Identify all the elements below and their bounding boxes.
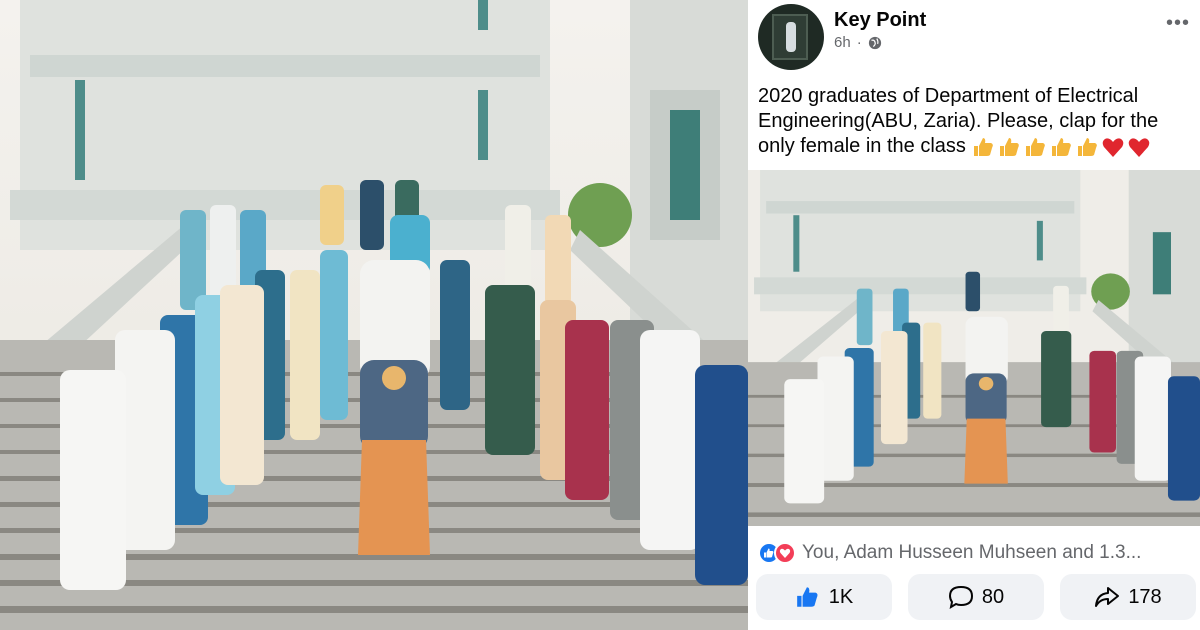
thumbs-up-emoji-icon (1026, 137, 1046, 156)
thumbs-up-icon (796, 587, 818, 607)
page-name[interactable]: Key Point (834, 9, 926, 32)
page-avatar[interactable] (758, 4, 824, 70)
post-photo[interactable] (748, 170, 1200, 526)
red-heart-emoji-icon (1129, 138, 1150, 157)
share-count: 178 (1128, 585, 1162, 608)
post-meta: 6h · (834, 34, 882, 51)
love-reaction-icon (774, 542, 796, 564)
thumbs-up-emoji-icon (1000, 137, 1020, 156)
meta-separator: · (856, 34, 862, 51)
thumbs-up-emoji-icon (974, 137, 994, 156)
facebook-post: Key Point 6h · ••• 2020 graduates of Dep… (748, 0, 1200, 630)
reaction-icons (758, 542, 796, 564)
post-time[interactable]: 6h (834, 34, 851, 51)
red-heart-emoji-icon (1103, 138, 1124, 157)
share-icon (1095, 587, 1120, 607)
thumbs-up-emoji-icon (1052, 137, 1072, 156)
post-text: 2020 graduates of Department of Electric… (758, 84, 1194, 159)
post-header: Key Point 6h · ••• (748, 0, 1200, 74)
comment-count: 80 (981, 585, 1005, 608)
reactions-summary[interactable]: You, Adam Husseen Muhseen and 1.3... (758, 540, 1141, 566)
more-options-button[interactable]: ••• (1166, 12, 1190, 35)
reactions-text: You, Adam Husseen Muhseen and 1.3... (802, 542, 1142, 563)
thumbs-up-emoji-icon (1078, 137, 1098, 156)
globe-icon (868, 36, 881, 49)
like-count: 1K (828, 585, 854, 608)
share-button[interactable]: 178 (1060, 574, 1196, 620)
comment-button[interactable]: 80 (908, 574, 1044, 620)
comment-icon (948, 585, 973, 609)
like-button[interactable]: 1K (756, 574, 892, 620)
emoji-row (971, 136, 1151, 158)
post-actions: 1K 80 178 (756, 574, 1196, 620)
group-photo-left (0, 0, 748, 630)
